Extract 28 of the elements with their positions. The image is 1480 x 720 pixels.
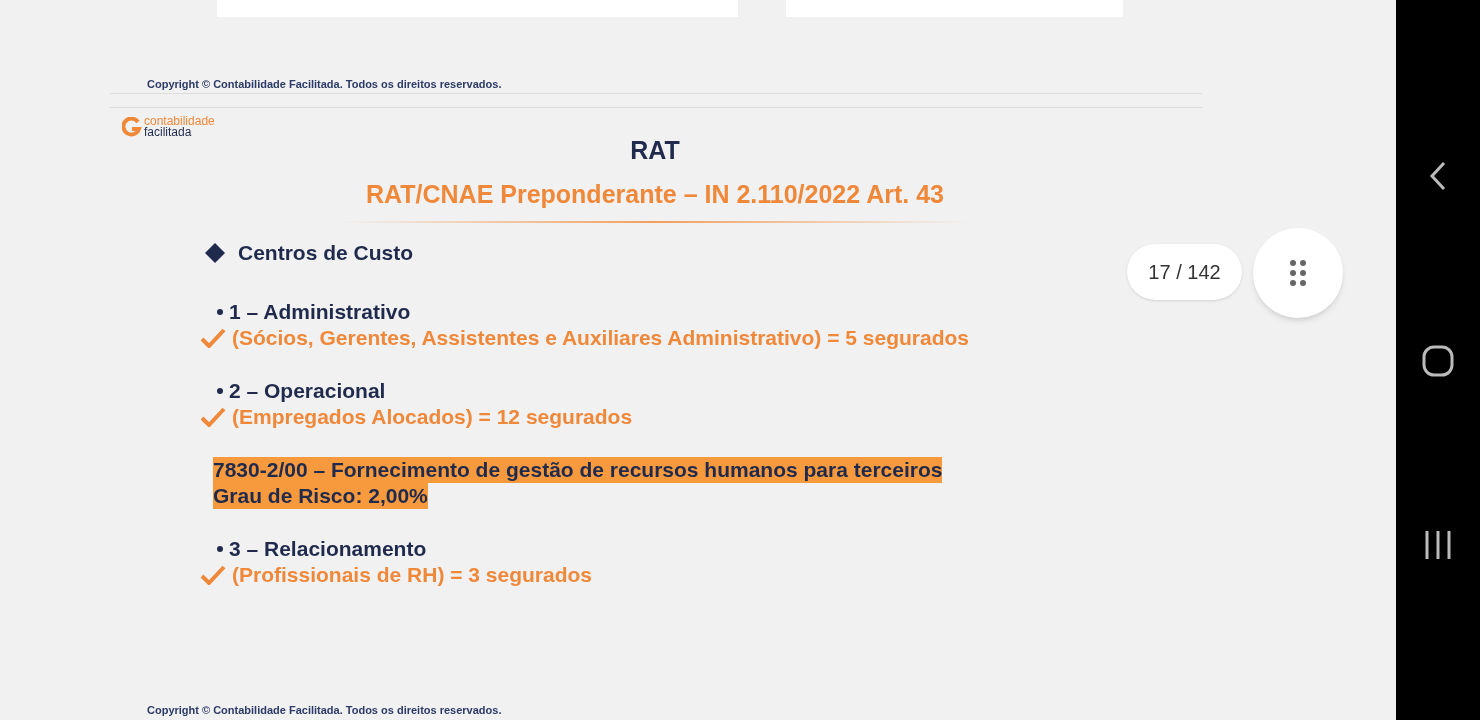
copyright-text: Copyright © Contabilidade Facilitada. Todos os direitos reservados. [147, 78, 502, 90]
list-item-label: 3 – Relacionamento [229, 535, 427, 562]
check-icon [200, 327, 226, 348]
dots-grid-icon [1289, 259, 1307, 287]
page-indicator: 17 / 142 [1127, 244, 1242, 300]
list-item-detail: (Empregados Alocados) = 12 segurados [232, 403, 633, 430]
copyright-text: Copyright © Contabilidade Facilitada. Todos os direitos reservados. [147, 704, 502, 716]
logo-text: contabilidade [144, 116, 215, 127]
list-item-label: 1 – Administrativo [229, 298, 411, 325]
logo-text: facilitada [144, 127, 193, 138]
section-heading: Centros de Custo [238, 240, 413, 266]
list-item-detail: (Sócios, Gerentes, Assistentes e Auxiliares Administrativo) = 5 segurados [232, 324, 969, 351]
list-item-detail: (Profissionais de RH) = 3 segurados [232, 561, 592, 588]
bullet-icon [217, 545, 223, 552]
slide-title: RAT [630, 135, 680, 166]
home-icon[interactable] [1422, 345, 1454, 377]
check-icon [200, 406, 226, 427]
highlighted-text: Grau de Risco: 2,00% [213, 482, 428, 509]
check-icon [200, 564, 226, 585]
diamond-bullet-icon [204, 241, 226, 264]
logo-icon [122, 117, 142, 137]
back-icon[interactable] [1428, 160, 1448, 192]
bullet-icon [217, 387, 223, 394]
highlighted-text: 7830-2/00 – Fornecimento de gestão de recursos humanos para terceiros [213, 456, 943, 483]
slide-subtitle: RAT/CNAE Preponderante – IN 2.110/2022 Art. 43 [366, 178, 944, 210]
bullet-icon [217, 308, 223, 315]
list-item-label: 2 – Operacional [229, 377, 386, 404]
recent-apps-icon[interactable] [1424, 530, 1452, 560]
